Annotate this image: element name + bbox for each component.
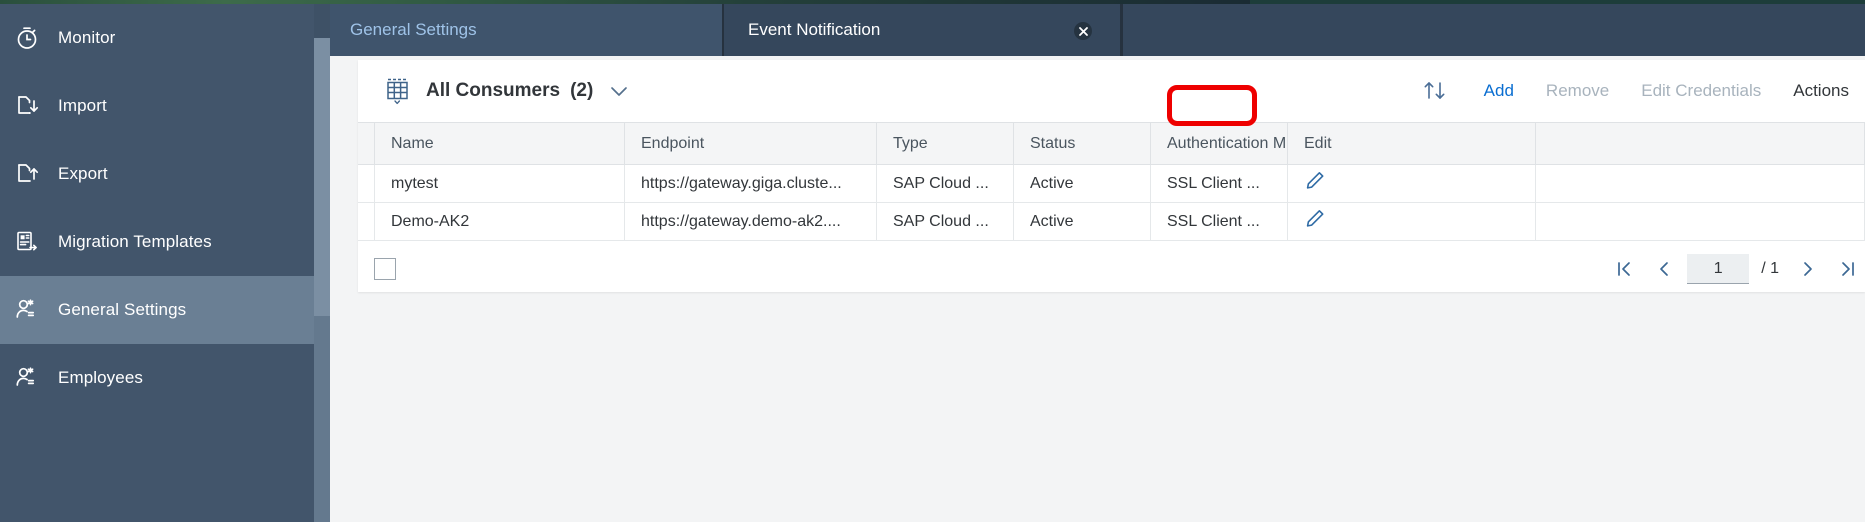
file-upload-icon xyxy=(14,159,58,189)
stopwatch-icon xyxy=(14,23,58,53)
table-row[interactable]: Demo-AK2 https://gateway.demo-ak2.... SA… xyxy=(358,202,1865,241)
sidebar-item-import[interactable]: Import xyxy=(0,72,314,140)
tab-label: General Settings xyxy=(350,20,477,39)
cell-type: SAP Cloud ... xyxy=(876,164,1014,203)
pencil-icon[interactable] xyxy=(1304,170,1326,197)
sidebar-scrollbar-thumb[interactable] xyxy=(314,4,330,316)
user-star-icon xyxy=(14,363,58,393)
panel-item-count: (2) xyxy=(570,80,594,101)
select-column-header xyxy=(358,122,375,165)
tab-label: Event Notification xyxy=(748,20,881,39)
sidebar-item-migration-templates[interactable]: Migration Templates xyxy=(0,208,314,276)
cell-endpoint: https://gateway.demo-ak2.... xyxy=(624,202,877,241)
sidebar-item-export[interactable]: Export xyxy=(0,140,314,208)
panel-title: All Consumers xyxy=(426,80,561,101)
pencil-icon[interactable] xyxy=(1304,208,1326,235)
column-header-name[interactable]: Name xyxy=(374,122,625,165)
column-header-status[interactable]: Status xyxy=(1013,122,1151,165)
cell-status: Active xyxy=(1013,164,1151,203)
cell-spacer xyxy=(1535,202,1865,241)
file-download-icon xyxy=(14,91,58,121)
page-number-input[interactable] xyxy=(1687,254,1750,284)
column-header-type[interactable]: Type xyxy=(876,122,1014,165)
panel-footer: / 1 xyxy=(358,241,1865,297)
go-to-next-icon[interactable] xyxy=(1791,252,1825,286)
select-all-checkbox[interactable] xyxy=(374,258,396,280)
sidebar-scrollbar[interactable] xyxy=(314,4,330,522)
column-header-endpoint[interactable]: Endpoint xyxy=(624,122,877,165)
sidebar-item-label: Employees xyxy=(58,368,143,387)
sidebar-item-label: Import xyxy=(58,96,107,115)
sidebar-item-employees[interactable]: Employees xyxy=(0,344,314,412)
column-header-spacer xyxy=(1535,122,1865,165)
cell-spacer xyxy=(1535,164,1865,203)
sidebar-item-monitor[interactable]: Monitor xyxy=(0,4,314,72)
edit-credentials-button[interactable]: Edit Credentials xyxy=(1625,75,1777,107)
table-icon xyxy=(384,76,412,106)
table-body: mytest https://gateway.giga.cluste... SA… xyxy=(358,164,1865,241)
go-to-last-icon[interactable] xyxy=(1831,252,1865,286)
row-select-cell[interactable] xyxy=(358,202,375,241)
tab-bar-empty-area xyxy=(1120,4,1865,56)
go-to-previous-icon[interactable] xyxy=(1647,252,1681,286)
sidebar-item-label: Migration Templates xyxy=(58,232,212,251)
cell-status: Active xyxy=(1013,202,1151,241)
column-header-authentication-method[interactable]: Authentication M xyxy=(1150,122,1288,165)
application-window: Monitor Import Export Migration Template… xyxy=(0,0,1865,522)
sidebar-item-general-settings[interactable]: General Settings xyxy=(0,276,314,344)
row-select-cell[interactable] xyxy=(358,164,375,203)
sidebar-item-label: Monitor xyxy=(58,28,116,47)
tab-bar: General Settings Event Notification xyxy=(330,4,1865,56)
column-header-edit[interactable]: Edit xyxy=(1287,122,1536,165)
sidebar-rail-cap xyxy=(314,4,330,38)
cell-name: mytest xyxy=(374,164,625,203)
cell-edit xyxy=(1287,202,1536,241)
actions-button[interactable]: Actions xyxy=(1777,75,1865,107)
panel-toolbar: All Consumers (2) Add Remove Edit Creden… xyxy=(358,60,1865,122)
cell-type: SAP Cloud ... xyxy=(876,202,1014,241)
consumers-table: Name Endpoint Type Status Authentication… xyxy=(358,122,1865,241)
content-area: All Consumers (2) Add Remove Edit Creden… xyxy=(330,56,1865,522)
go-to-first-icon[interactable] xyxy=(1607,252,1641,286)
table-header-row: Name Endpoint Type Status Authentication… xyxy=(358,122,1865,165)
cell-endpoint: https://gateway.giga.cluste... xyxy=(624,164,877,203)
user-star-icon xyxy=(14,295,58,325)
add-button[interactable]: Add xyxy=(1468,75,1530,107)
sidebar-item-label: Export xyxy=(58,164,108,183)
tab-event-notification[interactable]: Event Notification xyxy=(724,4,1120,56)
template-arrow-icon xyxy=(14,227,58,257)
sidebar-item-label: General Settings xyxy=(58,300,187,319)
sort-icon[interactable] xyxy=(1420,78,1450,104)
tab-general-settings[interactable]: General Settings xyxy=(330,4,724,56)
cell-authentication-method: SSL Client ... xyxy=(1150,202,1288,241)
chevron-down-icon[interactable] xyxy=(609,84,629,98)
consumers-panel: All Consumers (2) Add Remove Edit Creden… xyxy=(358,60,1865,292)
table-row[interactable]: mytest https://gateway.giga.cluste... SA… xyxy=(358,164,1865,203)
pagination-controls: / 1 xyxy=(1607,241,1865,297)
remove-button[interactable]: Remove xyxy=(1530,75,1625,107)
table-header: Name Endpoint Type Status Authentication… xyxy=(358,122,1865,165)
close-icon[interactable] xyxy=(1074,22,1092,40)
cell-name: Demo-AK2 xyxy=(374,202,625,241)
cell-edit xyxy=(1287,164,1536,203)
cell-authentication-method: SSL Client ... xyxy=(1150,164,1288,203)
total-pages-label: / 1 xyxy=(1761,260,1779,277)
toolbar-actions: Add Remove Edit Credentials Actions xyxy=(1420,60,1865,122)
sidebar-navigation: Monitor Import Export Migration Template… xyxy=(0,4,314,522)
